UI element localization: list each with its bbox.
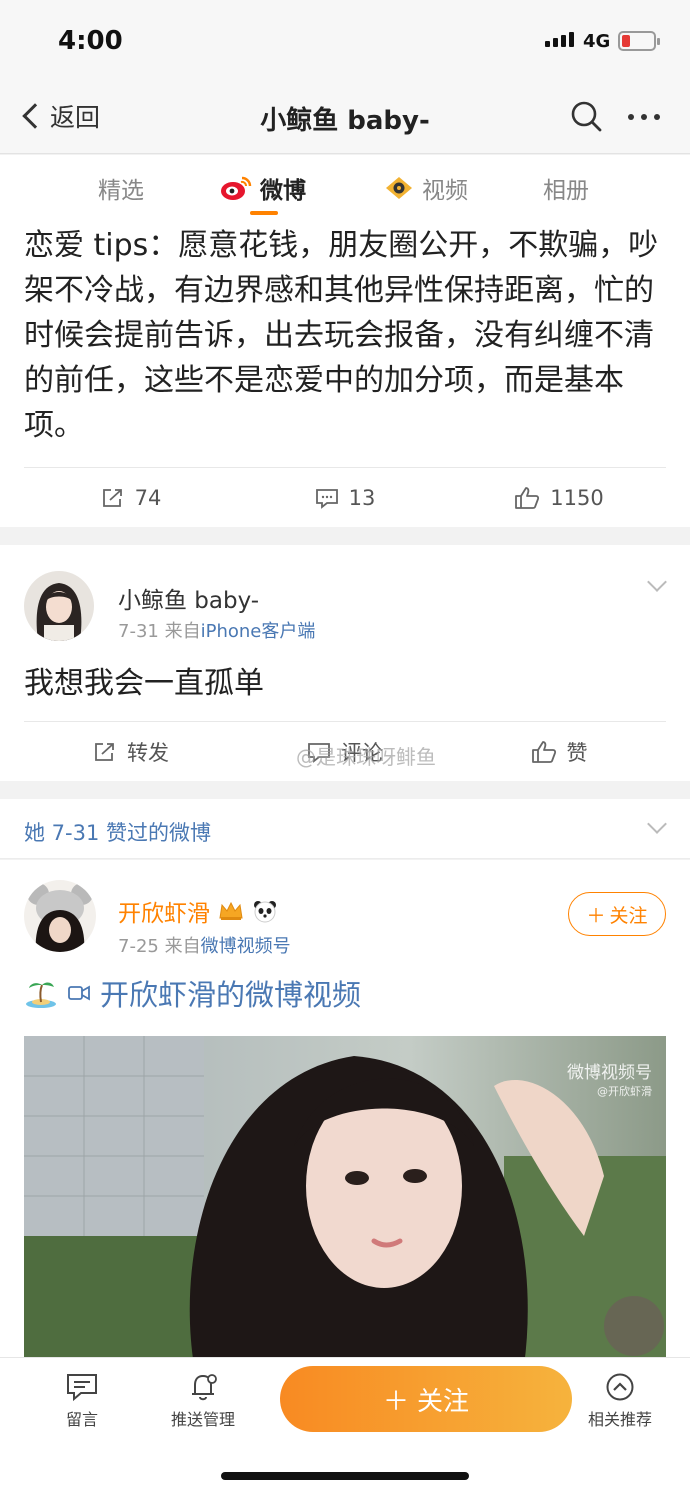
post-text: 恋爱 tips：愿意花钱，朋友圈公开，不欺骗，吵架不冷战，有边界感和其他异性保持…	[24, 228, 659, 443]
follow-main-button[interactable]: ＋ 关注	[280, 1366, 572, 1432]
top-nav-bar: 返回 小鲸鱼 baby-	[0, 84, 690, 154]
comment-button[interactable]: 13	[238, 468, 452, 527]
home-indicator	[221, 1472, 469, 1480]
video-watermark: 微博视频号 @开欣虾滑	[567, 1058, 652, 1099]
video-watermark-text: 微博视频号	[567, 1063, 652, 1083]
status-time: 4:00	[58, 26, 123, 56]
video-eye-icon	[386, 177, 412, 199]
post-author[interactable]: 开欣虾滑	[118, 894, 278, 928]
like-label: 赞	[566, 740, 588, 765]
weibo-post-card[interactable]: 开欣虾滑 7-25 来自微博视频号 ＋ 关注 开欣虾滑的微博视频 微博视频号 @…	[0, 860, 690, 1366]
island-emoji-icon	[26, 982, 56, 1008]
panda-emoji-icon	[254, 901, 276, 923]
post-meta: 7-25 来自微博视频号	[118, 932, 291, 958]
like-button[interactable]: 赞	[452, 722, 666, 781]
post-author-name: 开欣虾滑	[118, 901, 210, 927]
post-text: 我想我会一直孤单	[24, 666, 264, 701]
related-recommend-button[interactable]: 相关推荐	[570, 1372, 670, 1430]
bottom-action-bar: 留言 推送管理 ＋ 关注 相关推荐	[0, 1357, 690, 1493]
video-watermark-sub: @开欣虾滑	[597, 1085, 652, 1098]
liked-section-header[interactable]: 她 7-31 赞过的微博	[0, 799, 690, 859]
message-icon	[67, 1374, 97, 1402]
related-recommend-label: 相关推荐	[587, 1410, 652, 1429]
thumbs-up-icon	[531, 740, 556, 763]
weibo-logo-icon	[221, 176, 252, 200]
comment-count: 13	[348, 485, 376, 510]
chevron-down-icon[interactable]	[647, 814, 667, 834]
tab-album[interactable]: 相册	[543, 171, 589, 205]
post-action-bar: 74 13 1150	[24, 467, 666, 527]
tab-album-label: 相册	[543, 178, 589, 204]
network-type: 4G	[583, 31, 611, 52]
weibo-post-card[interactable]: 恋爱 tips：愿意花钱，朋友圈公开，不欺骗，吵架不冷战，有边界感和其他异性保持…	[0, 217, 690, 527]
search-icon[interactable]	[570, 100, 602, 132]
tab-featured[interactable]: 精选	[98, 171, 144, 205]
tab-video[interactable]: 视频	[384, 171, 468, 205]
chevron-up-circle-icon	[606, 1373, 634, 1401]
avatar[interactable]	[24, 571, 94, 641]
video-title-link[interactable]: 开欣虾滑的微博视频	[24, 972, 361, 1014]
follow-label: 关注	[609, 904, 648, 927]
plus-icon: ＋	[586, 904, 606, 927]
repost-icon	[95, 742, 114, 761]
status-bar: 4:00 4G	[0, 0, 690, 84]
image-watermark: @是珠珠呀鲱鱼	[296, 745, 436, 769]
thumbs-up-icon	[515, 486, 540, 509]
post-from-prefix: 来自	[164, 621, 201, 642]
repost-label: 转发	[127, 740, 169, 765]
repost-icon	[102, 488, 122, 507]
post-source[interactable]: iPhone客户端	[201, 621, 316, 642]
push-settings-label: 推送管理	[170, 1410, 235, 1429]
post-author[interactable]: 小鲸鱼 baby-	[118, 581, 259, 615]
follow-button[interactable]: ＋ 关注	[568, 892, 666, 936]
message-label: 留言	[65, 1410, 98, 1429]
post-date: 7-25	[118, 936, 159, 957]
tab-weibo-label: 微博	[260, 178, 306, 204]
tab-weibo[interactable]: 微博	[220, 171, 306, 215]
comment-icon	[315, 488, 338, 509]
liked-section-label: 她 7-31 赞过的微博	[24, 821, 212, 845]
avatar[interactable]	[24, 880, 96, 952]
active-tab-indicator	[250, 211, 278, 215]
signal-icon	[545, 32, 574, 47]
post-meta: 7-31 来自iPhone客户端	[118, 617, 315, 643]
repost-button[interactable]: 转发	[24, 722, 238, 781]
plus-icon: ＋	[382, 1386, 409, 1417]
video-thumbnail[interactable]: 微博视频号 @开欣虾滑	[24, 1036, 666, 1366]
video-title: 开欣虾滑的微博视频	[100, 978, 362, 1012]
like-count: 1150	[550, 485, 604, 510]
more-icon[interactable]	[628, 114, 660, 120]
battery-icon	[618, 31, 660, 51]
video-camera-icon	[68, 985, 90, 1001]
post-date: 7-31	[118, 621, 159, 642]
like-button[interactable]: 1150	[452, 468, 666, 527]
chevron-down-icon[interactable]	[647, 572, 667, 592]
repost-count: 74	[134, 485, 162, 510]
repost-button[interactable]: 74	[24, 468, 238, 527]
message-button[interactable]: 留言	[32, 1372, 132, 1430]
tab-featured-label: 精选	[98, 178, 144, 204]
tab-video-label: 视频	[422, 178, 468, 204]
profile-tabs: 精选 微博 视频 相册	[0, 155, 690, 217]
crown-badge-icon	[219, 901, 243, 920]
post-from-prefix: 来自	[164, 936, 201, 957]
bell-icon	[192, 1374, 217, 1401]
post-source[interactable]: 微博视频号	[201, 936, 291, 957]
follow-main-label: 关注	[417, 1386, 470, 1417]
push-settings-button[interactable]: 推送管理	[153, 1372, 253, 1430]
